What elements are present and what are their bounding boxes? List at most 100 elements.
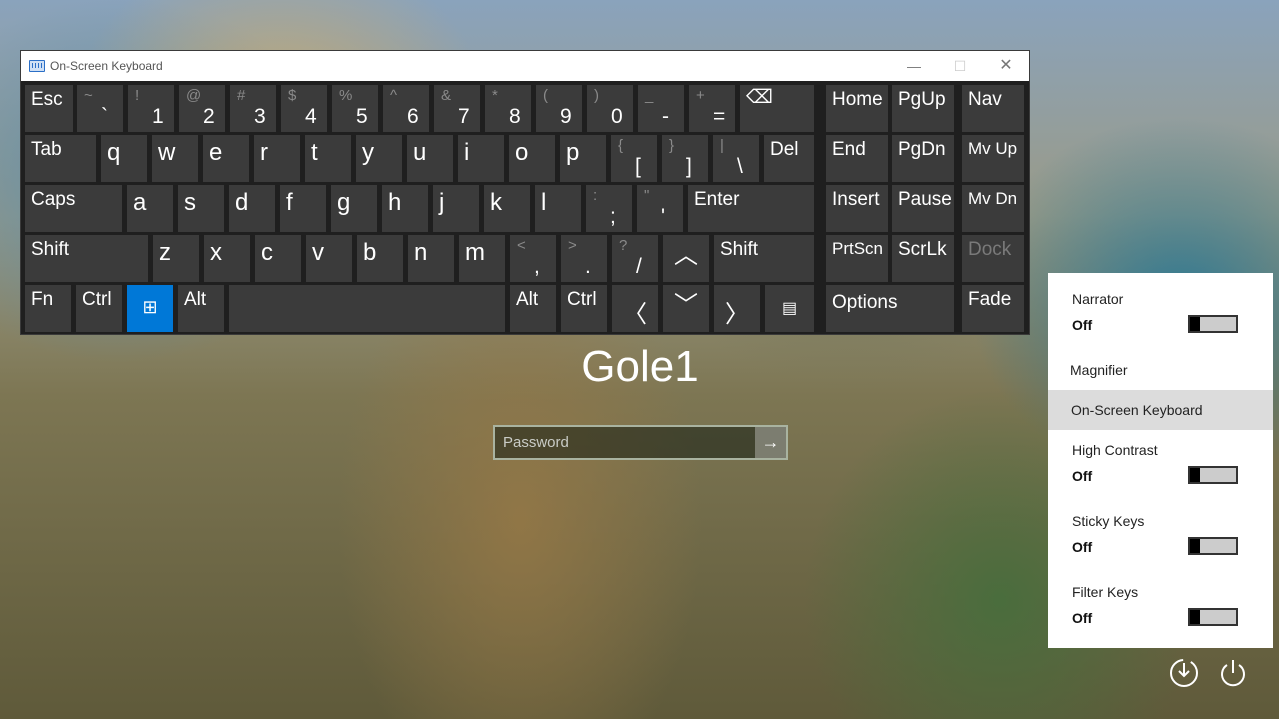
key-f[interactable]: f [280,185,326,232]
key-options[interactable]: Options [826,285,954,332]
key-left-bracket[interactable]: {[ [611,135,657,182]
key-home[interactable]: Home [826,85,888,132]
key-scrlk[interactable]: ScrLk [892,235,954,282]
key-shift-label: : [593,187,598,204]
key-windows[interactable]: ⊞ [127,285,173,332]
key-menu[interactable]: ▤ [765,285,814,332]
key-s[interactable]: s [178,185,224,232]
minimize-button[interactable]: — [891,51,937,81]
key-5[interactable]: % 5 [332,85,378,132]
high-contrast-toggle[interactable] [1188,466,1238,484]
ease-of-access-icon[interactable] [1168,657,1200,694]
key-fn[interactable]: Fn [25,285,71,332]
key-q[interactable]: q [101,135,147,182]
key-backslash[interactable]: | \ [713,135,759,182]
key-i[interactable]: i [458,135,504,182]
key-shift-left[interactable]: Shift [25,235,148,282]
key-j[interactable]: j [433,185,479,232]
key-right-arrow[interactable]: 〉 [714,285,760,332]
key-ctrl-left[interactable]: Ctrl [76,285,122,332]
key-period[interactable]: >. [561,235,607,282]
key-insert[interactable]: Insert [826,185,888,232]
sticky-keys-toggle[interactable] [1188,537,1238,555]
key-n[interactable]: n [408,235,454,282]
close-button[interactable]: ✕ [983,51,1029,81]
key-esc[interactable]: Esc [25,85,73,132]
key-fade[interactable]: Fade [962,285,1024,332]
key-2[interactable]: @2 [179,85,225,132]
key-quote[interactable]: " ' [637,185,683,232]
key-tab[interactable]: Tab [25,135,96,182]
key-7[interactable]: & 7 [434,85,480,132]
key-enter[interactable]: Enter [688,185,814,232]
key-equals[interactable]: + = [689,85,735,132]
key-e[interactable]: e [203,135,249,182]
key-pause[interactable]: Pause [892,185,954,232]
magnifier-item[interactable]: Magnifier [1070,362,1128,378]
key-d[interactable]: d [229,185,275,232]
key-end[interactable]: End [826,135,888,182]
key-x[interactable]: x [204,235,250,282]
key-semicolon[interactable]: :; [586,185,632,232]
key-b[interactable]: b [357,235,403,282]
key-r[interactable]: r [254,135,300,182]
key-mv-up[interactable]: Mv Up [962,135,1024,182]
osk-title-bar[interactable]: On-Screen Keyboard — ☐ ✕ [21,51,1029,81]
key-label: q [107,139,121,166]
key-u[interactable]: u [407,135,453,182]
on-screen-keyboard-item[interactable]: On-Screen Keyboard [1071,402,1203,418]
key-8[interactable]: * 8 [485,85,531,132]
key-0[interactable]: ) 0 [587,85,633,132]
key-label: s [184,189,196,216]
key-4[interactable]: $4 [281,85,327,132]
key-up-arrow[interactable]: ︿ [663,235,709,282]
key-m[interactable]: m [459,235,505,282]
key-t[interactable]: t [305,135,351,182]
key-space[interactable] [229,285,505,332]
key-mv-dn[interactable]: Mv Dn [962,185,1024,232]
key-v[interactable]: v [306,235,352,282]
key-l[interactable]: l [535,185,581,232]
key-pgdn[interactable]: PgDn [892,135,954,182]
key-nav[interactable]: Nav [962,85,1024,132]
key-label: PgDn [898,139,946,160]
key-3[interactable]: #3 [230,85,276,132]
key-minus[interactable]: _ - [638,85,684,132]
key-6[interactable]: ^ 6 [383,85,429,132]
key-down-arrow[interactable]: ﹀ [663,285,709,332]
power-icon[interactable] [1217,657,1249,694]
key-p[interactable]: p [560,135,606,182]
key-del[interactable]: Del [764,135,814,182]
key-c[interactable]: c [255,235,301,282]
key-prtscn[interactable]: PrtScn [826,235,888,282]
key-y[interactable]: y [356,135,402,182]
key-k[interactable]: k [484,185,530,232]
key-9[interactable]: (9 [536,85,582,132]
key-slash[interactable]: ? / [612,235,658,282]
key-alt-right[interactable]: Alt [510,285,556,332]
key-o[interactable]: o [509,135,555,182]
key-comma[interactable]: <, [510,235,556,282]
password-input[interactable] [495,427,771,458]
key-a[interactable]: a [127,185,173,232]
maximize-button[interactable]: ☐ [937,51,983,81]
key-dock[interactable]: Dock [962,235,1024,282]
key-w[interactable]: w [152,135,198,182]
key-h[interactable]: h [382,185,428,232]
narrator-toggle[interactable] [1188,315,1238,333]
key-alt-left[interactable]: Alt [178,285,224,332]
key-ctrl-right[interactable]: Ctrl [561,285,607,332]
key-backtick[interactable]: ~ ` [77,85,123,132]
key-z[interactable]: z [153,235,199,282]
key-pgup[interactable]: PgUp [892,85,954,132]
key-g[interactable]: g [331,185,377,232]
key-label: d [235,189,249,216]
key-shift-right[interactable]: Shift [714,235,814,282]
key-1[interactable]: ! 1 [128,85,174,132]
key-caps[interactable]: Caps [25,185,122,232]
key-backspace[interactable]: ⌫ [740,85,814,132]
submit-arrow-button[interactable]: → [755,427,786,458]
key-right-bracket[interactable]: }] [662,135,708,182]
key-left-arrow[interactable]: 〈 [612,285,658,332]
filter-keys-toggle[interactable] [1188,608,1238,626]
